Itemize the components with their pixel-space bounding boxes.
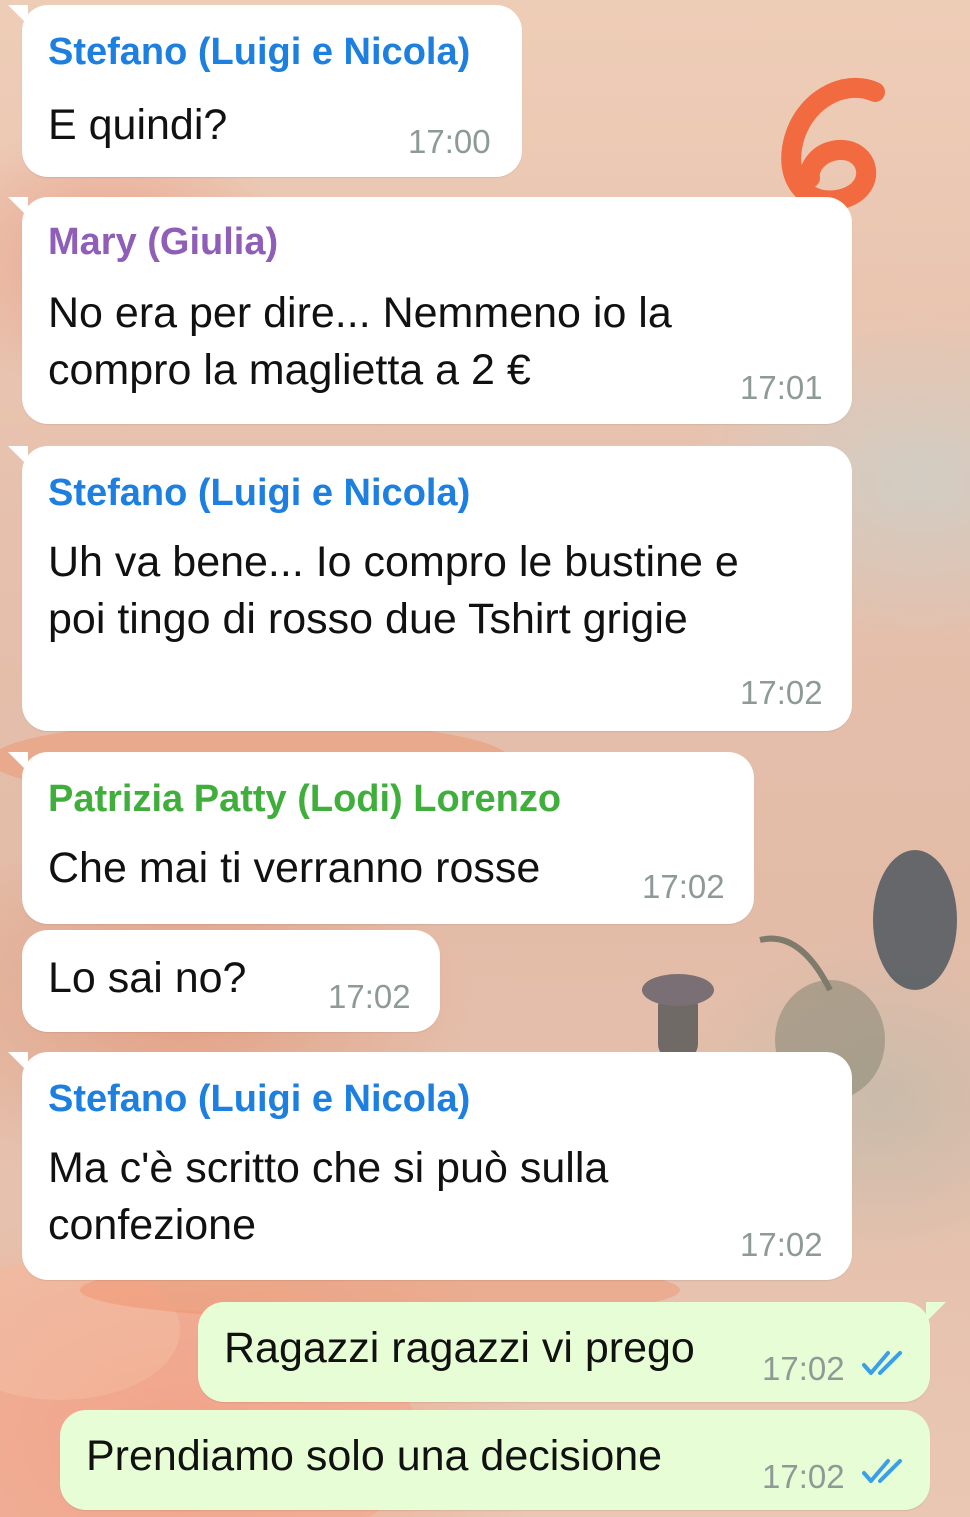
message-bubble[interactable]: Patrizia Patty (Lodi) Lorenzo Che mai ti…	[8, 752, 754, 924]
outgoing-message-bubble[interactable]: Ragazzi ragazzi vi prego 17:02	[198, 1302, 946, 1402]
sender-name[interactable]: Stefano (Luigi e Nicola)	[48, 472, 470, 515]
message-text: Che mai ti verranno rosse	[48, 844, 541, 892]
sender-name[interactable]: Stefano (Luigi e Nicola)	[48, 31, 470, 74]
message-time: 17:02	[328, 978, 411, 1015]
message-bubble[interactable]: Stefano (Luigi e Nicola) Uh va bene... I…	[8, 446, 852, 731]
message-text: compro la maglietta a 2 €	[48, 346, 531, 394]
message-text: Prendiamo solo una decisione	[86, 1432, 663, 1480]
message-time: 17:02	[762, 1350, 845, 1387]
outgoing-message-bubble[interactable]: Prendiamo solo una decisione 17:02	[60, 1410, 930, 1510]
sender-name[interactable]: Stefano (Luigi e Nicola)	[48, 1078, 470, 1121]
message-text: E quindi?	[48, 101, 228, 149]
message-bubble[interactable]: Stefano (Luigi e Nicola) Ma c'è scritto …	[8, 1052, 852, 1280]
read-double-check-icon	[862, 1351, 902, 1375]
message-text: No era per dire... Nemmeno io la	[48, 289, 672, 337]
message-text: poi tingo di rosso due Tshirt grigie	[48, 595, 688, 643]
message-text: Ragazzi ragazzi vi prego	[224, 1324, 695, 1372]
message-text: Ma c'è scritto che si può sulla	[48, 1144, 609, 1192]
message-time: 17:00	[408, 123, 491, 160]
message-bubble[interactable]: Stefano (Luigi e Nicola) E quindi? 17:00	[8, 5, 522, 177]
message-text: confezione	[48, 1201, 256, 1249]
message-text: Uh va bene... Io compro le bustine e	[48, 538, 739, 586]
sender-name[interactable]: Mary (Giulia)	[48, 221, 278, 264]
sender-name[interactable]: Patrizia Patty (Lodi) Lorenzo	[48, 778, 561, 821]
message-time: 17:02	[740, 1226, 823, 1263]
message-time: 17:02	[740, 674, 823, 711]
read-double-check-icon	[862, 1459, 902, 1483]
message-bubble[interactable]: Mary (Giulia) No era per dire... Nemmeno…	[8, 197, 852, 424]
message-text: Lo sai no?	[48, 954, 247, 1002]
message-time: 17:02	[762, 1458, 845, 1495]
message-time: 17:01	[740, 369, 823, 406]
message-time: 17:02	[642, 868, 725, 905]
message-bubble[interactable]: Lo sai no? 17:02	[22, 930, 440, 1032]
